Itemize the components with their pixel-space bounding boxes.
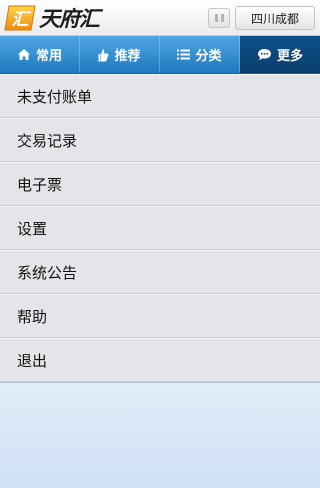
pause-button[interactable]: [208, 8, 230, 28]
list-icon: [177, 49, 191, 60]
thumb-up-icon: [98, 48, 110, 62]
menu-item-logout[interactable]: 退出: [0, 338, 320, 382]
tab-category[interactable]: 分类: [160, 36, 240, 73]
tab-label: 分类: [195, 49, 222, 64]
tab-more[interactable]: 更多: [240, 36, 320, 73]
menu-item-transactions[interactable]: 交易记录: [0, 118, 320, 162]
logo-mark-icon: 汇: [3, 4, 37, 32]
menu-item-e-tickets[interactable]: 电子票: [0, 162, 320, 206]
menu-item-unpaid-bills[interactable]: 未支付账单: [0, 74, 320, 118]
tab-label: 推荐: [114, 49, 141, 64]
tab-label: 更多: [276, 49, 303, 64]
tab-common[interactable]: 常用: [0, 36, 80, 73]
app-logo[interactable]: 汇 天府汇: [3, 3, 100, 33]
empty-background-area: [0, 382, 320, 488]
home-icon: [17, 48, 31, 61]
menu-item-settings[interactable]: 设置: [0, 206, 320, 250]
tab-bar: 常用 推荐 分类 更多: [0, 36, 320, 74]
logo-text: 天府汇: [39, 6, 100, 31]
pause-icon: [214, 14, 218, 22]
more-menu-list: 未支付账单 交易记录 电子票 设置 系统公告 帮助 退出: [0, 74, 320, 382]
tab-recommend[interactable]: 推荐: [80, 36, 160, 73]
city-selector-button[interactable]: 四川成都: [235, 6, 315, 30]
menu-item-help[interactable]: 帮助: [0, 294, 320, 338]
menu-item-announcements[interactable]: 系统公告: [0, 250, 320, 294]
app-header: 汇 天府汇 四川成都: [0, 0, 320, 36]
chat-bubble-icon: [257, 48, 272, 61]
tab-label: 常用: [35, 49, 62, 64]
